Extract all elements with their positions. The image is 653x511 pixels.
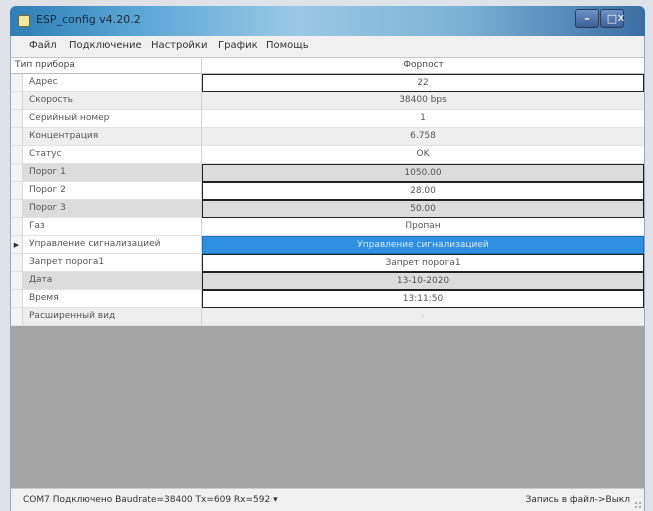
date-value[interactable]: 13-10-2020 xyxy=(202,272,644,290)
row-concentration[interactable]: Концентрация 6.758 xyxy=(11,128,644,146)
resize-grip-icon[interactable] xyxy=(634,501,642,509)
status-bar: COM7 Подключено Baudrate=38400 Tx=609 Rx… xyxy=(11,488,644,511)
app-window: ESP_config v4.20.2 – □ x Файл Подключени… xyxy=(0,0,653,511)
minimize-button[interactable]: – xyxy=(575,9,599,28)
row-indicator xyxy=(11,290,23,308)
row-time[interactable]: Время 13:11:50 xyxy=(11,290,644,308)
row-extended-view[interactable]: Расширенный вид - xyxy=(11,308,644,326)
row-label: Запрет порога1 xyxy=(23,254,202,272)
row-threshold-3[interactable]: Порог 3 50.00 xyxy=(11,200,644,218)
properties-grid: Тип прибора Форпост Адрес 22 Скорость 38… xyxy=(11,57,644,488)
row-label: Газ xyxy=(23,218,202,236)
connection-status[interactable]: COM7 Подключено Baudrate=38400 Tx=609 Rx… xyxy=(23,495,278,505)
row-indicator xyxy=(11,110,23,128)
row-indicator xyxy=(11,92,23,110)
row-date[interactable]: Дата 13-10-2020 xyxy=(11,272,644,290)
row-status[interactable]: Статус OK xyxy=(11,146,644,164)
menu-bar: Файл Подключение Настройки График Помощь xyxy=(11,36,644,57)
window-client-area: Файл Подключение Настройки График Помощь… xyxy=(10,36,645,511)
row-label: Порог 1 xyxy=(23,164,202,182)
row-label: Концентрация xyxy=(23,128,202,146)
header-divider xyxy=(201,58,202,74)
row-label: Статус xyxy=(23,146,202,164)
threshold-1-lock-value[interactable]: Запрет порога1 xyxy=(202,254,644,272)
row-indicator xyxy=(11,254,23,272)
row-address[interactable]: Адрес 22 xyxy=(11,74,644,92)
row-indicator xyxy=(11,218,23,236)
threshold-2-value[interactable]: 28.00 xyxy=(202,182,644,200)
row-threshold-1[interactable]: Порог 1 1050.00 xyxy=(11,164,644,182)
row-gas[interactable]: Газ Пропан xyxy=(11,218,644,236)
extended-view-value[interactable]: - xyxy=(202,308,644,326)
concentration-value[interactable]: 6.758 xyxy=(202,128,644,146)
close-button[interactable]: x xyxy=(607,9,635,28)
row-label: Скорость xyxy=(23,92,202,110)
menu-chart[interactable]: График xyxy=(218,40,258,51)
menu-file[interactable]: Файл xyxy=(29,40,57,51)
current-row-arrow-icon: ▶ xyxy=(11,236,23,254)
row-indicator xyxy=(11,272,23,290)
row-label: Время xyxy=(23,290,202,308)
file-logging-status[interactable]: Запись в файл->Выкл xyxy=(526,495,630,505)
row-speed[interactable]: Скорость 38400 bps xyxy=(11,92,644,110)
threshold-1-value[interactable]: 1050.00 xyxy=(202,164,644,182)
row-label: Расширенный вид xyxy=(23,308,202,326)
time-value[interactable]: 13:11:50 xyxy=(202,290,644,308)
grid-rows: Адрес 22 Скорость 38400 bps Серийный ном… xyxy=(11,74,644,326)
row-indicator xyxy=(11,128,23,146)
row-indicator xyxy=(11,74,23,92)
menu-connection[interactable]: Подключение xyxy=(69,40,142,51)
row-label: Порог 3 xyxy=(23,200,202,218)
row-alarm-control[interactable]: ▶ Управление сигнализацией Управление си… xyxy=(11,236,644,254)
menu-settings[interactable]: Настройки xyxy=(151,40,207,51)
alarm-control-value[interactable]: Управление сигнализацией xyxy=(202,236,644,254)
row-threshold-1-lock[interactable]: Запрет порога1 Запрет порога1 xyxy=(11,254,644,272)
gas-value[interactable]: Пропан xyxy=(202,218,644,236)
window-title: ESP_config v4.20.2 xyxy=(36,13,141,26)
app-icon xyxy=(18,15,30,27)
row-indicator xyxy=(11,182,23,200)
row-label: Дата xyxy=(23,272,202,290)
row-label: Управление сигнализацией xyxy=(23,236,202,254)
speed-value[interactable]: 38400 bps xyxy=(202,92,644,110)
device-type-value: Форпост xyxy=(403,60,444,70)
address-value[interactable]: 22 xyxy=(202,74,644,92)
device-type-label: Тип прибора xyxy=(15,60,75,70)
row-label: Адрес xyxy=(23,74,202,92)
serial-number-value[interactable]: 1 xyxy=(202,110,644,128)
row-indicator xyxy=(11,308,23,326)
row-label: Порог 2 xyxy=(23,182,202,200)
title-bar[interactable]: ESP_config v4.20.2 – □ x xyxy=(10,6,645,36)
status-value[interactable]: OK xyxy=(202,146,644,164)
row-indicator xyxy=(11,146,23,164)
row-serial-number[interactable]: Серийный номер 1 xyxy=(11,110,644,128)
threshold-3-value[interactable]: 50.00 xyxy=(202,200,644,218)
row-label: Серийный номер xyxy=(23,110,202,128)
row-indicator xyxy=(11,164,23,182)
grid-header: Тип прибора Форпост xyxy=(11,58,644,74)
row-threshold-2[interactable]: Порог 2 28.00 xyxy=(11,182,644,200)
row-indicator xyxy=(11,200,23,218)
menu-help[interactable]: Помощь xyxy=(266,40,309,51)
